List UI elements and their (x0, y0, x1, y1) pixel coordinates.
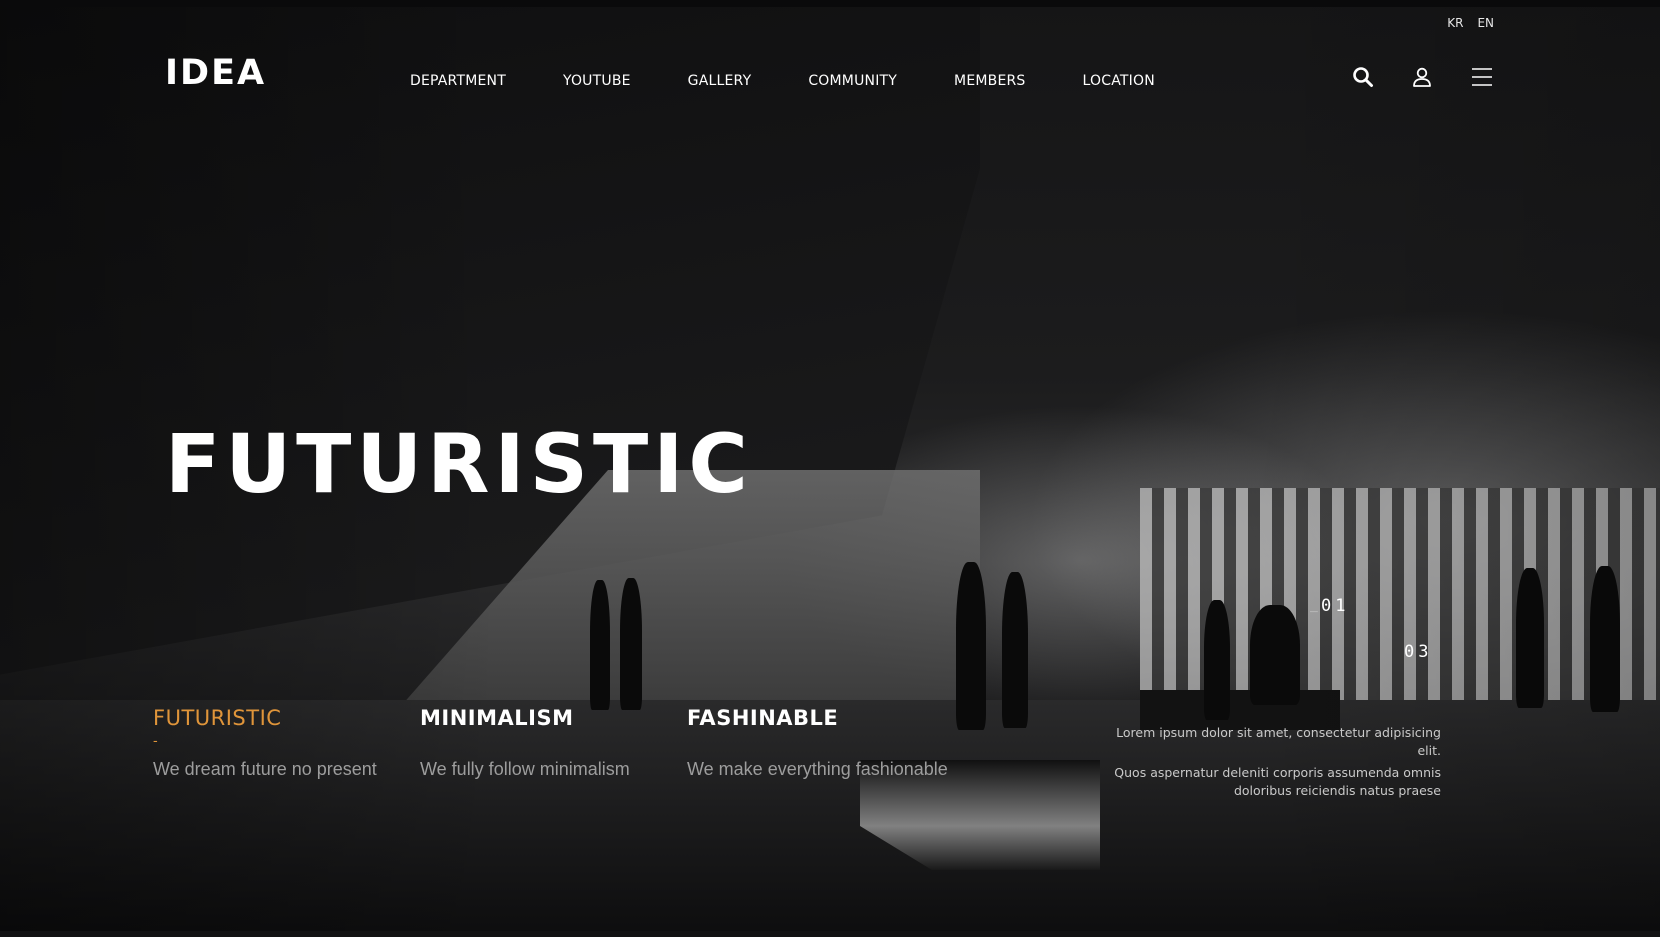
pager-current: 01 (1321, 596, 1350, 616)
feature-title: FASHINABLE (687, 706, 839, 730)
hamburger-menu-icon[interactable] (1471, 66, 1493, 88)
language-switcher: KR EN (1447, 16, 1494, 30)
side-description: Lorem ipsum dolor sit amet, consectetur … (1090, 724, 1441, 804)
nav-item-department[interactable]: DEPARTMENT (410, 73, 506, 89)
feature-description: We dream future no present (153, 759, 377, 779)
header-actions (1352, 66, 1493, 88)
nav-item-youtube[interactable]: YOUTUBE (563, 73, 631, 89)
feature-description: We fully follow minimalism (420, 759, 630, 779)
feature-tab-futuristic[interactable]: FUTURISTIC - We dream future no present (153, 704, 433, 780)
side-paragraph-1: Lorem ipsum dolor sit amet, consectetur … (1116, 725, 1441, 758)
feature-tab-minimalism[interactable]: MINIMALISM We fully follow minimalism (420, 704, 700, 780)
feature-description: We make everything fashionable (687, 759, 948, 779)
pager-prefix: _ (1310, 598, 1318, 613)
slide-pager: _ 01 03 (1310, 596, 1440, 666)
main-nav: DEPARTMENT YOUTUBE GALLERY COMMUNITY MEM… (410, 73, 1212, 89)
top-edge (0, 0, 1660, 7)
hero-title: FUTURISTIC (165, 418, 753, 512)
feature-tab-fashinable[interactable]: FASHINABLE We make everything fashionabl… (687, 704, 987, 780)
page: KR EN IDEA DEPARTMENT YOUTUBE GALLERY CO… (0, 0, 1660, 937)
logo[interactable]: IDEA (165, 53, 266, 93)
feature-title: FUTURISTIC (153, 706, 282, 730)
nav-item-members[interactable]: MEMBERS (954, 73, 1025, 89)
feature-spacer (687, 734, 987, 750)
search-icon[interactable] (1352, 66, 1374, 88)
nav-item-location[interactable]: LOCATION (1083, 73, 1155, 89)
language-kr[interactable]: KR (1447, 16, 1463, 30)
feature-title: MINIMALISM (420, 706, 574, 730)
language-en[interactable]: EN (1477, 16, 1494, 30)
side-paragraph-2: Quos aspernatur deleniti corporis assume… (1114, 765, 1441, 798)
feature-spacer (420, 734, 700, 750)
nav-item-community[interactable]: COMMUNITY (808, 73, 897, 89)
active-marker: - (153, 734, 158, 749)
nav-item-gallery[interactable]: GALLERY (688, 73, 752, 89)
pager-total: 03 (1404, 642, 1433, 662)
user-icon[interactable] (1411, 66, 1433, 88)
bottom-edge (0, 931, 1660, 937)
